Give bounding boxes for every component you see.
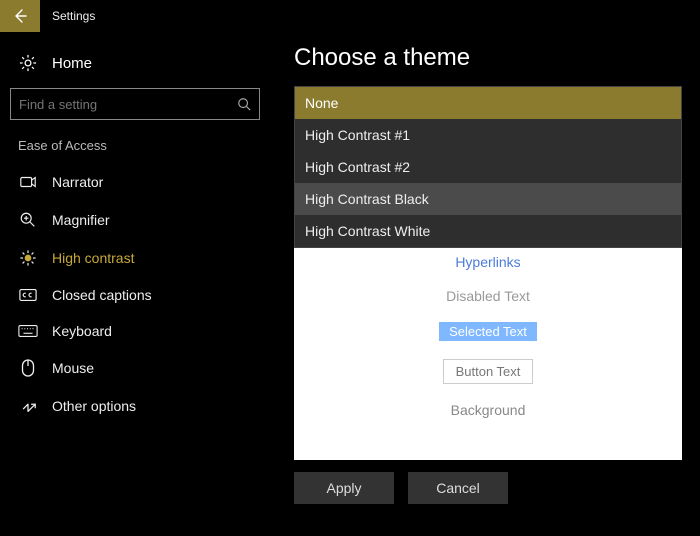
narrator-icon [19, 173, 37, 191]
footer-buttons: Apply Cancel [294, 472, 682, 504]
mouse-icon [21, 359, 35, 377]
theme-option-none[interactable]: None [295, 87, 681, 119]
theme-dropdown[interactable]: None High Contrast #1 High Contrast #2 H… [294, 86, 682, 248]
nav-list: Narrator Magnifier High contrast Closed … [10, 163, 260, 425]
nav-item-magnifier[interactable]: Magnifier [10, 201, 260, 239]
theme-option-hc1[interactable]: High Contrast #1 [295, 119, 681, 151]
theme-option-hc2[interactable]: High Contrast #2 [295, 151, 681, 183]
nav-item-high-contrast[interactable]: High contrast [10, 239, 260, 277]
closed-captions-icon [19, 288, 37, 302]
nav-label: Closed captions [52, 287, 152, 303]
preview-background: Background [294, 402, 682, 418]
gear-icon [19, 54, 37, 72]
nav-item-narrator[interactable]: Narrator [10, 163, 260, 201]
apply-button[interactable]: Apply [294, 472, 394, 504]
preview-hyperlinks: Hyperlinks [294, 254, 682, 270]
nav-item-other-options[interactable]: Other options [10, 387, 260, 425]
page-title: Choose a theme [294, 44, 682, 72]
search-input[interactable] [19, 97, 237, 112]
nav-item-closed-captions[interactable]: Closed captions [10, 277, 260, 313]
search-box[interactable] [10, 88, 260, 120]
theme-option-hc-black[interactable]: High Contrast Black [295, 183, 681, 215]
arrow-left-icon [12, 8, 28, 24]
nav-label: Mouse [52, 360, 94, 376]
home-button[interactable]: Home [10, 48, 260, 84]
window-title: Settings [52, 9, 95, 23]
title-bar: Settings [0, 0, 700, 32]
keyboard-icon [18, 324, 38, 338]
nav-label: Keyboard [52, 323, 112, 339]
cancel-button[interactable]: Cancel [408, 472, 508, 504]
home-label: Home [52, 55, 92, 72]
high-contrast-icon [19, 249, 37, 267]
back-button[interactable] [0, 0, 40, 32]
sidebar: Home Ease of Access Narrator Magnifier H… [0, 32, 270, 536]
theme-preview: Hyperlinks Disabled Text Selected Text B… [294, 248, 682, 460]
nav-label: High contrast [52, 250, 134, 266]
preview-disabled-text: Disabled Text [294, 288, 682, 304]
other-options-icon [19, 397, 37, 415]
nav-label: Magnifier [52, 212, 110, 228]
search-icon [237, 97, 251, 111]
preview-button-text: Button Text [443, 359, 534, 384]
nav-item-mouse[interactable]: Mouse [10, 349, 260, 387]
main-panel: Choose a theme None High Contrast #1 Hig… [270, 32, 700, 536]
preview-selected-text: Selected Text [439, 322, 537, 341]
section-header: Ease of Access [10, 136, 260, 163]
theme-option-hc-white[interactable]: High Contrast White [295, 215, 681, 247]
nav-item-keyboard[interactable]: Keyboard [10, 313, 260, 349]
nav-label: Narrator [52, 174, 103, 190]
magnifier-icon [19, 211, 37, 229]
nav-label: Other options [52, 398, 136, 414]
